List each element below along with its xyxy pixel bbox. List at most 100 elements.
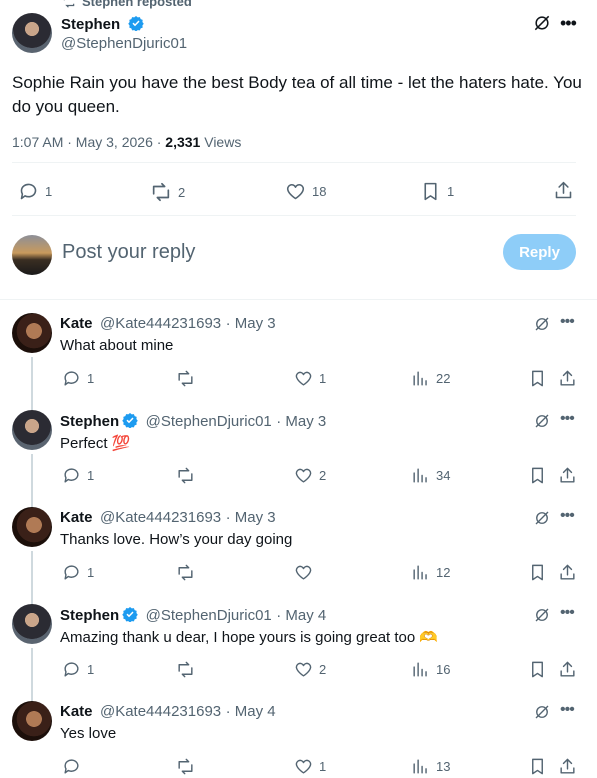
- share-button[interactable]: [558, 660, 577, 679]
- grok-icon[interactable]: [533, 509, 551, 527]
- like-button[interactable]: 1: [294, 369, 326, 388]
- reply-author-handle[interactable]: @Kate444231693: [100, 703, 221, 720]
- repost-button[interactable]: [176, 660, 195, 679]
- grok-icon[interactable]: [532, 13, 552, 33]
- bookmark-button[interactable]: [528, 660, 547, 679]
- repost-button[interactable]: 2: [150, 181, 185, 203]
- share-button[interactable]: [558, 757, 577, 776]
- repost-banner: Stephen reposted: [62, 0, 192, 9]
- repost-button[interactable]: [176, 563, 195, 582]
- heart-icon: [295, 759, 312, 774]
- bookmark-button[interactable]: 1: [420, 181, 454, 202]
- views-button[interactable]: 16: [411, 660, 450, 679]
- repost-button[interactable]: [176, 369, 195, 388]
- bookmark-button[interactable]: [528, 563, 547, 582]
- reply-input[interactable]: Post your reply: [62, 241, 195, 264]
- reply-button[interactable]: [62, 757, 87, 776]
- more-options-icon[interactable]: •••: [560, 313, 575, 331]
- views-button[interactable]: 13: [411, 757, 450, 776]
- more-options-icon[interactable]: •••: [560, 13, 577, 34]
- views-button[interactable]: 34: [411, 466, 450, 485]
- reply-button[interactable]: 1: [62, 369, 94, 388]
- like-button[interactable]: 1: [294, 757, 326, 776]
- views-count: 2,331: [165, 134, 201, 150]
- reply-item[interactable]: Stephen @StephenDjuric01 · May 3 ••• Per…: [0, 410, 597, 507]
- reply-date[interactable]: · May 4: [226, 703, 276, 720]
- reply-author-handle[interactable]: @Kate444231693: [100, 509, 221, 526]
- reply-avatar[interactable]: [12, 313, 52, 353]
- share-button[interactable]: [553, 180, 574, 201]
- repost-count: 2: [178, 184, 186, 200]
- views-button[interactable]: 12: [411, 563, 450, 582]
- reply-item[interactable]: Kate @Kate444231693 · May 3 ••• What abo…: [0, 313, 597, 410]
- bookmark-icon: [532, 370, 543, 387]
- like-button[interactable]: 2: [294, 466, 326, 485]
- reply-button[interactable]: 1: [18, 181, 52, 202]
- tweet-text: Sophie Rain you have the best Body tea o…: [12, 71, 587, 119]
- reply-text: Thanks love. How’s your day going: [60, 531, 293, 548]
- reply-avatar[interactable]: [12, 507, 52, 547]
- more-options-icon[interactable]: •••: [560, 604, 575, 622]
- author-avatar[interactable]: [12, 13, 52, 53]
- reply-date[interactable]: · May 3: [226, 315, 276, 332]
- reply-author-name[interactable]: Kate: [60, 703, 93, 720]
- reply-item[interactable]: Kate @Kate444231693 · May 3 ••• Thanks l…: [0, 507, 597, 604]
- share-icon: [560, 467, 575, 483]
- reply-button[interactable]: 1: [62, 563, 94, 582]
- share-button[interactable]: [558, 563, 577, 582]
- reply-author-name[interactable]: Kate: [60, 509, 93, 526]
- share-button[interactable]: [558, 369, 577, 388]
- more-options-icon[interactable]: •••: [560, 410, 575, 428]
- reply-count: 1: [87, 662, 95, 677]
- reply-date[interactable]: · May 3: [226, 509, 276, 526]
- author-name[interactable]: Stephen: [61, 16, 120, 33]
- reply-author-name[interactable]: Stephen: [60, 607, 119, 624]
- views-button[interactable]: 22: [411, 369, 450, 388]
- analytics-icon: [413, 759, 427, 774]
- grok-icon[interactable]: [533, 703, 551, 721]
- reply-avatar[interactable]: [12, 701, 52, 741]
- reply-count: 1: [87, 468, 95, 483]
- like-button[interactable]: 2: [294, 660, 326, 679]
- reply-author-handle[interactable]: @StephenDjuric01: [146, 413, 272, 430]
- timestamp[interactable]: 1:07 AM · May 3, 2026 ·: [12, 134, 165, 150]
- more-options-icon[interactable]: •••: [560, 507, 575, 525]
- like-button[interactable]: [294, 563, 319, 582]
- like-button[interactable]: 18: [285, 181, 326, 202]
- grok-icon[interactable]: [533, 606, 551, 624]
- heart-icon: [295, 371, 312, 386]
- reply-author-handle[interactable]: @StephenDjuric01: [146, 607, 272, 624]
- reply-avatar[interactable]: [12, 604, 52, 644]
- repost-icon: [178, 467, 193, 484]
- reply-author-handle[interactable]: @Kate444231693: [100, 315, 221, 332]
- reply-submit-label: Reply: [519, 243, 560, 261]
- reply-text: Amazing thank u dear, I hope yours is go…: [60, 629, 439, 646]
- verified-badge-icon: [122, 413, 138, 428]
- reply-item[interactable]: Kate @Kate444231693 · May 4 ••• Yes love…: [0, 701, 597, 778]
- grok-icon[interactable]: [533, 315, 551, 333]
- reply-button[interactable]: 1: [62, 660, 94, 679]
- reply-icon: [64, 371, 79, 386]
- reply-author-name[interactable]: Kate: [60, 315, 93, 332]
- share-button[interactable]: [558, 466, 577, 485]
- reply-button[interactable]: 1: [62, 466, 94, 485]
- repost-button[interactable]: [176, 466, 195, 485]
- reply-item[interactable]: Stephen @StephenDjuric01 · May 4 ••• Ama…: [0, 604, 597, 701]
- share-icon: [560, 564, 575, 580]
- more-options-icon[interactable]: •••: [560, 701, 575, 719]
- analytics-icon: [413, 468, 427, 483]
- reply-submit-button[interactable]: Reply: [503, 234, 576, 270]
- analytics-icon: [413, 371, 427, 386]
- bookmark-button[interactable]: [528, 369, 547, 388]
- bookmark-button[interactable]: [528, 466, 547, 485]
- reply-avatar[interactable]: [12, 410, 52, 450]
- divider: [12, 162, 576, 163]
- repost-button[interactable]: [176, 757, 195, 776]
- reply-date[interactable]: · May 3: [276, 413, 326, 430]
- user-avatar[interactable]: [12, 235, 52, 275]
- bookmark-button[interactable]: [528, 757, 547, 776]
- author-handle[interactable]: @StephenDjuric01: [61, 35, 187, 52]
- reply-date[interactable]: · May 4: [276, 607, 326, 624]
- reply-author-name[interactable]: Stephen: [60, 413, 119, 430]
- grok-icon[interactable]: [533, 412, 551, 430]
